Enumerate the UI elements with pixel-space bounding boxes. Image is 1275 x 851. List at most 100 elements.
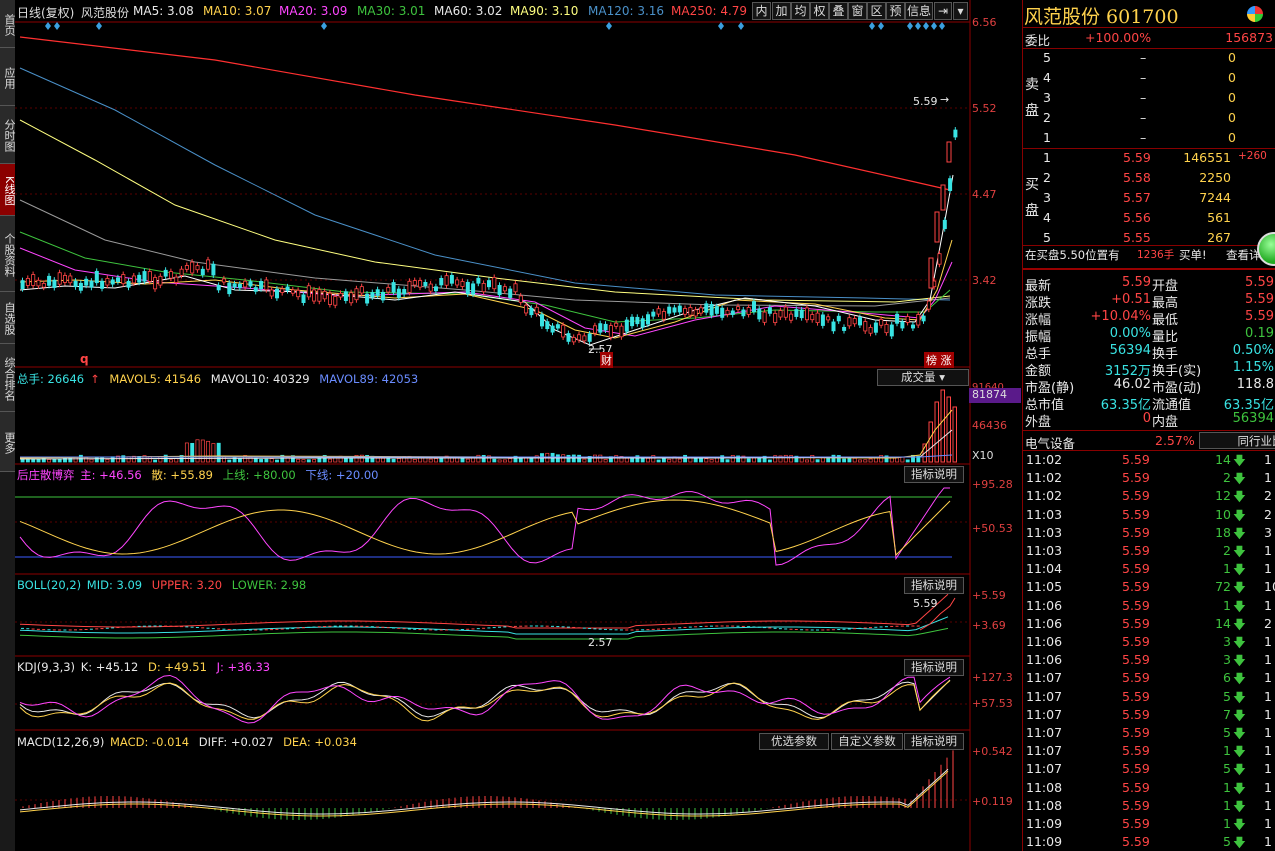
sell-row[interactable]: 1 – 0 xyxy=(1023,129,1275,147)
sell-row[interactable]: 4 – 0 xyxy=(1023,69,1275,87)
toolbar-button-8[interactable]: 信息 xyxy=(905,2,933,20)
candle-body xyxy=(905,316,910,323)
industry-compare-button[interactable]: 同行业比较 xyxy=(1199,432,1275,449)
kline-chart-area[interactable] xyxy=(15,0,1022,851)
candle-body xyxy=(953,129,958,138)
toolbar-button-0[interactable]: 内 xyxy=(752,2,771,20)
volume-indicator-dropdown[interactable]: 成交量 ▾ xyxy=(877,369,969,386)
volume-bar xyxy=(640,457,645,463)
volume-bar xyxy=(306,459,311,463)
tag-icon[interactable] xyxy=(1247,6,1263,22)
notice-link[interactable]: 查看详 xyxy=(1226,247,1261,263)
left-tab-6[interactable]: 综合排名 xyxy=(0,344,16,412)
candle-body xyxy=(555,324,560,329)
candle-body xyxy=(805,307,810,321)
macd-custom-params-button[interactable]: 自定义参数 xyxy=(831,733,903,750)
candle-body xyxy=(767,307,772,314)
tick-count: 1 xyxy=(1264,597,1272,613)
exit-icon[interactable]: ⇥ xyxy=(934,2,952,20)
tick-time: 11:07 xyxy=(1026,743,1063,759)
tick-count: 2 xyxy=(1264,488,1272,504)
tick-price: 5.59 xyxy=(1122,688,1150,704)
left-tab-2[interactable]: 分时图 xyxy=(0,106,16,164)
toolbar-button-4[interactable]: 叠 xyxy=(829,2,848,20)
volume-bar xyxy=(275,459,279,463)
tick-volume: 1 xyxy=(1223,779,1231,795)
tick-count: 1 xyxy=(1264,706,1272,722)
q-marker: q xyxy=(80,352,89,366)
candle-body xyxy=(423,281,428,287)
game-indicator-title: 后庄散博弈 主: +46.56 散: +55.89 上线: +80.00 下线:… xyxy=(17,467,385,483)
order-notice-row[interactable]: 在买盘5.50位置有 1236手 买单! 查看详 xyxy=(1023,246,1275,264)
candle-body xyxy=(20,280,25,290)
kdj-k-value: K: +45.12 xyxy=(80,660,139,674)
candle-body xyxy=(481,283,486,293)
tick-row: 11:07 5.59 5 🡇 1 xyxy=(1023,688,1275,706)
left-tab-3[interactable]: K线图 xyxy=(0,164,16,216)
candle-body xyxy=(243,280,248,288)
candle-body xyxy=(63,275,68,283)
period-label[interactable]: 日线(复权) xyxy=(17,4,74,21)
tick-count: 1 xyxy=(1264,670,1272,686)
level: 5 xyxy=(1043,230,1051,245)
tick-count: 1 xyxy=(1264,452,1272,467)
stat-value: 118.8 xyxy=(1236,377,1274,392)
tick-time: 11:03 xyxy=(1026,524,1063,540)
tick-price: 5.59 xyxy=(1122,779,1150,795)
candle-body xyxy=(259,281,264,290)
sell-row[interactable]: 3 – 0 xyxy=(1023,89,1275,107)
candle-body xyxy=(386,286,391,293)
macd-note-button[interactable]: 指标说明 xyxy=(904,733,964,750)
boll-axis-top: +5.59 xyxy=(972,589,1006,602)
candle-body xyxy=(577,334,582,341)
notice-suffix: 买单! xyxy=(1179,248,1207,262)
candle-body xyxy=(868,327,873,334)
candle-body xyxy=(126,280,131,288)
volume-bar xyxy=(434,458,438,463)
sell-row[interactable]: 2 – 0 xyxy=(1023,109,1275,127)
buy-row[interactable]: 1 5.59 146551 +260 xyxy=(1023,149,1275,167)
kdj-note-button[interactable]: 指标说明 xyxy=(904,659,964,676)
volume-bar xyxy=(852,457,857,463)
tick-volume: 1 xyxy=(1223,797,1231,813)
macd-preferred-params-button[interactable]: 优选参数 xyxy=(759,733,829,750)
stock-title: 风范股份 601700 xyxy=(1024,6,1179,28)
toolbar-button-1[interactable]: 加 xyxy=(772,2,791,20)
tick-price: 5.59 xyxy=(1122,706,1150,722)
buy-row[interactable]: 3 5.57 7244 xyxy=(1023,189,1275,207)
buy-row[interactable]: 2 5.58 2250 xyxy=(1023,169,1275,187)
sell-row[interactable]: 5 – 0 xyxy=(1023,49,1275,67)
volume-bar xyxy=(253,457,258,463)
tick-price: 5.59 xyxy=(1122,579,1150,595)
left-tab-7[interactable]: 更多 xyxy=(0,412,16,472)
level: 4 xyxy=(1043,70,1051,85)
candle-body xyxy=(391,282,396,293)
volume-bar xyxy=(492,458,497,463)
boll-note-button[interactable]: 指标说明 xyxy=(904,577,964,594)
toolbar-button-6[interactable]: 区 xyxy=(867,2,886,20)
high-price-annotation: 5.59 xyxy=(913,95,938,108)
volume-bar xyxy=(237,458,242,463)
game-note-button[interactable]: 指标说明 xyxy=(904,466,964,483)
buy-row[interactable]: 4 5.56 561 xyxy=(1023,209,1275,227)
stat-value: 0.19 xyxy=(1245,326,1274,341)
candle-body xyxy=(921,315,926,322)
candle-body xyxy=(338,292,343,298)
toolbar-button-7[interactable]: 预 xyxy=(886,2,905,20)
volume-bar xyxy=(169,459,173,463)
toolbar-menu-arrow-icon[interactable]: ▾ xyxy=(953,2,968,20)
volume-bar xyxy=(863,459,868,463)
candle-body xyxy=(322,290,327,300)
left-tab-5[interactable]: 自选股 xyxy=(0,292,16,344)
toolbar-button-2[interactable]: 均 xyxy=(791,2,810,20)
kdj-indicator-title: KDJ(9,3,3) K: +45.12 D: +49.51 J: +36.33 xyxy=(17,660,276,674)
left-tab-1[interactable]: 应用 xyxy=(0,48,16,106)
tick-count: 1 xyxy=(1264,725,1272,740)
candle-body xyxy=(873,322,878,333)
left-tab-0[interactable]: 首页 xyxy=(0,0,16,48)
tick-count: 1 xyxy=(1264,688,1272,704)
toolbar-button-3[interactable]: 权 xyxy=(810,2,829,20)
event-marker-icon xyxy=(931,22,937,30)
left-tab-4[interactable]: 个股资料 xyxy=(0,216,16,292)
toolbar-button-5[interactable]: 窗 xyxy=(848,2,867,20)
